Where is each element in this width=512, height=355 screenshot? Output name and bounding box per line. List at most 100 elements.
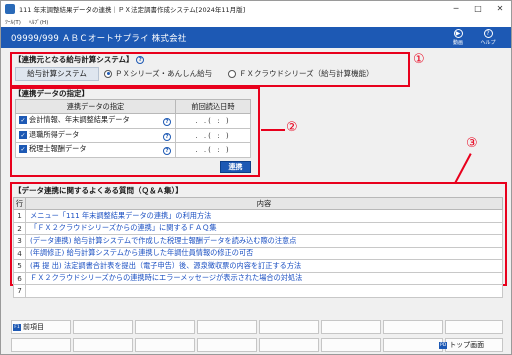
fkey-slot[interactable]	[135, 320, 195, 334]
fkey-slot[interactable]	[321, 338, 381, 352]
question-icon[interactable]: ?	[163, 118, 171, 127]
fkey-slot[interactable]	[445, 320, 503, 334]
fkey-slot[interactable]	[73, 338, 133, 352]
faq-link[interactable]: (データ連携) 給与計算システムで作成した税理士報酬データを読み込む際の注意点	[26, 236, 296, 245]
faq-item-5[interactable]: (再 提 出) 法定調書合計表を提出（電子申告）後、源泉徴収票の内容を訂正する方…	[25, 259, 503, 273]
col-row-number: 行	[13, 197, 26, 210]
section3-title: 【データ連携に関するよくある質問（Ｑ＆Ａ集）】	[14, 186, 183, 195]
link-data-table: 連携データの指定 前回読込日時 ✓ 会計情報、年末調整結果データ ? . .( :…	[15, 99, 251, 158]
fkey-slot[interactable]	[11, 338, 71, 352]
faq-row-number: 1	[13, 209, 26, 223]
fkey-slot[interactable]	[383, 320, 443, 334]
question-icon[interactable]: ?	[163, 132, 171, 141]
link-row-3[interactable]: ✓ 税理士報酬データ ?	[15, 142, 176, 158]
top-screen-text: トップ画面	[449, 341, 485, 349]
prev-item-label[interactable]: F1 前項目	[13, 322, 44, 332]
faq-link[interactable]: 「ＦＸ２クラウドシリーズからの連携」に関するＦＡＱ集	[26, 223, 217, 232]
play-icon: ▶	[453, 29, 463, 38]
faq-link[interactable]: (年調修正) 給与計算システムから連携した年調仕員情報の修正の可否	[26, 248, 253, 257]
maximize-icon[interactable]: □	[467, 1, 489, 16]
table-row: 2 「ＦＸ２クラウドシリーズからの連携」に関するＦＡＱ集	[13, 221, 503, 235]
table-row: ✓ 退職所得データ ? . .( : )	[15, 127, 251, 143]
faq-item-3[interactable]: (データ連携) 給与計算システムで作成した税理士報酬データを読み込む際の注意点	[25, 234, 503, 248]
annotation-number-2: ②	[286, 120, 298, 135]
close-icon[interactable]: ✕	[489, 1, 511, 16]
last-read-date: . .( : )	[175, 113, 251, 129]
table-row: ✓ 税理士報酬データ ? . .( : )	[15, 142, 251, 158]
table-row: ✓ 会計情報、年末調整結果データ ? . .( : )	[15, 113, 251, 129]
faq-link[interactable]: ＦＸ２クラウドシリーズからの連携時にエラーメッセージが表示された場合の対処法	[26, 273, 302, 282]
window-controls: ─ □ ✕	[445, 1, 511, 16]
payroll-system-label: 給与計算システム	[15, 67, 99, 81]
company-header: 09999/999 ＡＢＣオートサプライ 株式会社 ▶ 動画 ? ヘルプ	[1, 27, 511, 48]
faq-link[interactable]: メニュー「111 年末調整結果データの連携」の利用方法	[26, 211, 211, 220]
link-row-1[interactable]: ✓ 会計情報、年末調整結果データ ?	[15, 113, 176, 129]
sync-button[interactable]: 連携	[220, 161, 251, 173]
prev-item-text: 前項目	[23, 323, 44, 331]
faq-row-number: 3	[13, 234, 26, 248]
menu-bar: ﾂｰﾙ(T) ﾍﾙﾌﾟ(H)	[1, 16, 511, 27]
prev-key-badge: F1	[13, 323, 21, 331]
annotation-number-1: ①	[413, 52, 425, 67]
section1-title: 【連携元となる給与計算システム】 ?	[14, 54, 145, 65]
checkbox-checked-icon[interactable]: ✓	[19, 145, 27, 154]
col-last-read: 前回読込日時	[175, 99, 251, 114]
help-icon: ?	[483, 29, 493, 38]
last-read-date: . .( : )	[175, 142, 251, 158]
fkey-slot[interactable]	[259, 320, 319, 334]
fkey-slot[interactable]	[321, 320, 381, 334]
last-read-date: . .( : )	[175, 127, 251, 143]
link-row-label: 退職所得データ	[29, 129, 80, 139]
radio-px-series[interactable]: ＰＸシリーズ・あんしん給与	[104, 68, 212, 79]
table-row: 7	[13, 284, 503, 298]
radio-unselected-icon	[228, 69, 236, 78]
fkey-slot[interactable]	[259, 338, 319, 352]
question-icon[interactable]: ?	[163, 147, 171, 156]
window-title: 111 年末調整結果データの連携｜ＰＸ法定調書作成システム[2024年11月版]	[19, 5, 246, 14]
faq-table: 行 内容 1 メニュー「111 年末調整結果データの連携」の利用方法 2 「ＦＸ…	[13, 197, 503, 298]
section1-title-text: 【連携元となる給与計算システム】	[14, 55, 134, 64]
video-button[interactable]: ▶ 動画	[447, 28, 469, 48]
faq-item-1[interactable]: メニュー「111 年末調整結果データの連携」の利用方法	[25, 209, 503, 223]
annotation-leader-2	[261, 129, 285, 131]
fkey-slot[interactable]	[383, 338, 443, 352]
faq-item-7[interactable]	[25, 284, 503, 298]
fkey-slot[interactable]	[197, 320, 257, 334]
faq-item-4[interactable]: (年調修正) 給与計算システムから連携した年調仕員情報の修正の可否	[25, 246, 503, 260]
link-row-label: 税理士報酬データ	[29, 144, 87, 154]
help-button[interactable]: ? ヘルプ	[477, 28, 499, 48]
checkbox-checked-icon[interactable]: ✓	[19, 130, 27, 139]
faq-link[interactable]	[26, 286, 30, 295]
menu-help[interactable]: ﾍﾙﾌﾟ(H)	[29, 18, 48, 26]
radio-selected-icon	[104, 69, 112, 78]
top-screen-label[interactable]: PD トップ画面	[439, 340, 484, 350]
link-row-label: 会計情報、年末調整結果データ	[29, 115, 130, 125]
faq-row-number: 4	[13, 246, 26, 260]
menu-tools[interactable]: ﾂｰﾙ(T)	[5, 18, 21, 26]
table-row: 6 ＦＸ２クラウドシリーズからの連携時にエラーメッセージが表示された場合の対処法	[13, 271, 503, 285]
link-row-2[interactable]: ✓ 退職所得データ ?	[15, 127, 176, 143]
video-label: 動画	[452, 40, 463, 46]
fkey-slot[interactable]	[197, 338, 257, 352]
checkbox-checked-icon[interactable]: ✓	[19, 116, 27, 125]
faq-row-number: 6	[13, 271, 26, 285]
fkey-slot[interactable]	[135, 338, 195, 352]
radio-fx-cloud[interactable]: ＦＸクラウドシリーズ（給与計算機能）	[228, 68, 374, 79]
company-name: 09999/999 ＡＢＣオートサプライ 株式会社	[11, 34, 187, 44]
col-link-data: 連携データの指定	[15, 99, 176, 114]
app-window: 111 年末調整結果データの連携｜ＰＸ法定調書作成システム[2024年11月版]…	[0, 0, 512, 355]
table-row: 3 (データ連携) 給与計算システムで作成した税理士報酬データを読み込む際の注意…	[13, 234, 503, 248]
top-key-badge: PD	[439, 341, 448, 349]
question-icon[interactable]: ?	[136, 56, 145, 64]
annotation-number-3: ③	[466, 136, 478, 151]
faq-item-6[interactable]: ＦＸ２クラウドシリーズからの連携時にエラーメッセージが表示された場合の対処法	[25, 271, 503, 285]
faq-row-number: 5	[13, 259, 26, 273]
faq-row-number: 2	[13, 221, 26, 235]
radio-fx-cloud-label: ＦＸクラウドシリーズ（給与計算機能）	[239, 69, 374, 78]
faq-link[interactable]: (再 提 出) 法定調書合計表を提出（電子申告）後、源泉徴収票の内容を訂正する方…	[26, 261, 301, 270]
minimize-icon[interactable]: ─	[445, 1, 467, 16]
help-label: ヘルプ	[480, 40, 496, 46]
fkey-slot[interactable]	[73, 320, 133, 334]
faq-item-2[interactable]: 「ＦＸ２クラウドシリーズからの連携」に関するＦＡＱ集	[25, 221, 503, 235]
table-row: 4 (年調修正) 給与計算システムから連携した年調仕員情報の修正の可否	[13, 246, 503, 260]
